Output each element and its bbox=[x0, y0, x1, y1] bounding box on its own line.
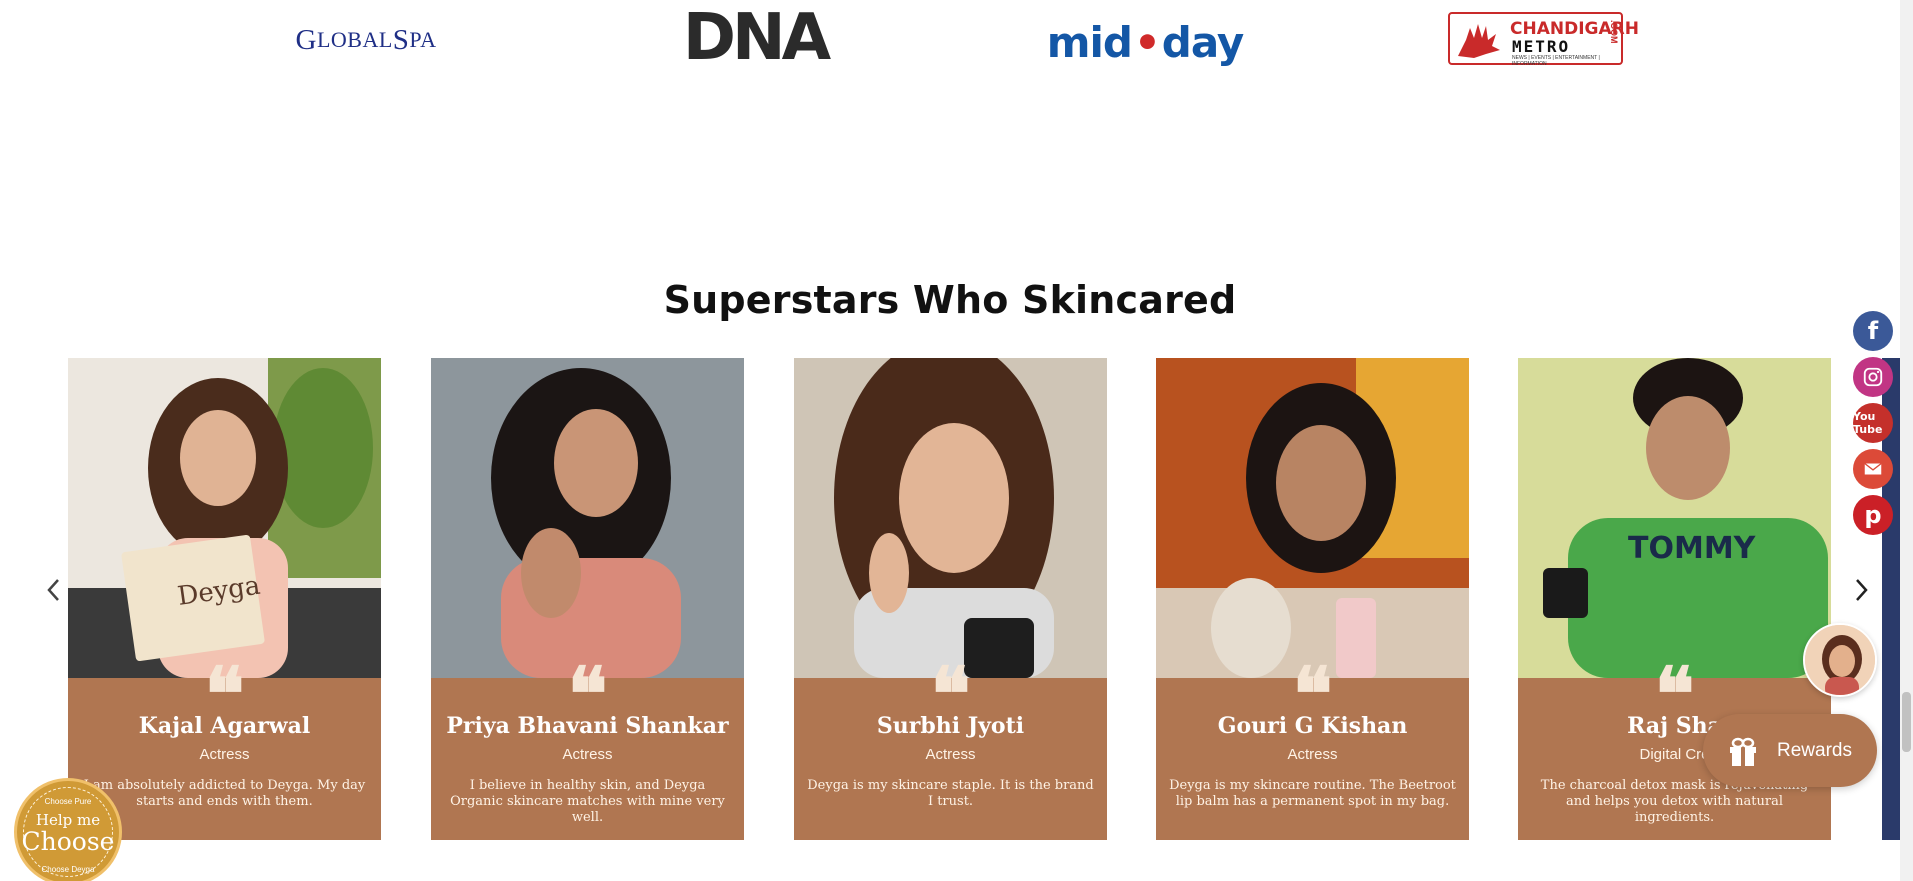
help-me-choose-button[interactable]: Choose Pure Help me Choose Choose Deyga bbox=[14, 778, 122, 881]
scrollbar-thumb[interactable] bbox=[1902, 692, 1911, 752]
press-logos: G LOBAL S PA DNA mid • day CHANDIGARH METRO N… bbox=[0, 0, 1913, 80]
celebrity-photo bbox=[1156, 358, 1469, 678]
svg-text:TOMMY: TOMMY bbox=[1628, 531, 1757, 566]
gift-icon bbox=[1730, 737, 1756, 766]
testimonial-card[interactable]: ❝ Surbhi Jyoti Actress Deyga is my skinc… bbox=[794, 358, 1107, 840]
assistant-avatar[interactable] bbox=[1803, 623, 1877, 697]
testimonial-text: I believe in healthy skin, and Deyga Org… bbox=[450, 778, 725, 825]
social-share-bar: f You Tube p bbox=[1853, 311, 1895, 541]
carousel-prev-button[interactable] bbox=[38, 570, 68, 610]
chevron-right-icon bbox=[1856, 579, 1868, 601]
instagram-icon[interactable] bbox=[1853, 357, 1893, 397]
celebrity-role: Actress bbox=[925, 746, 976, 763]
hand-icon bbox=[1458, 24, 1500, 58]
chandigarh-metro-logo[interactable]: CHANDIGARH METRO NEWS | EVENTS | ENTERTA… bbox=[1448, 12, 1639, 67]
page-scrollbar[interactable] bbox=[1900, 0, 1913, 881]
email-icon[interactable] bbox=[1853, 449, 1893, 489]
facebook-icon[interactable]: f bbox=[1853, 311, 1893, 351]
globalspa-logo[interactable]: G LOBAL S PA bbox=[295, 22, 436, 58]
pinterest-icon[interactable]: p bbox=[1853, 495, 1893, 535]
testimonial-text: Deyga is my skincare staple. It is the b… bbox=[807, 778, 1094, 809]
testimonial-carousel: Deyga ❝ Kajal Agarwal Actress I am absol… bbox=[0, 358, 1913, 840]
testimonial-card[interactable]: Deyga ❝ Kajal Agarwal Actress I am absol… bbox=[68, 358, 381, 840]
testimonial-text: Deyga is my skincare routine. The Beetro… bbox=[1169, 778, 1456, 809]
celebrity-role: Actress bbox=[1287, 746, 1338, 763]
celebrity-name: Surbhi Jyoti bbox=[876, 713, 1025, 739]
celebrity-name: Kajal Agarwal bbox=[138, 713, 311, 739]
celebrity-photo bbox=[794, 358, 1107, 678]
testimonial-text: I am absolutely addicted to Deyga. My da… bbox=[83, 778, 366, 809]
celebrity-name: Gouri G Kishan bbox=[1217, 713, 1408, 739]
celebrity-photo bbox=[431, 358, 744, 678]
testimonial-card[interactable]: ❝ Priya Bhavani Shankar Actress I believ… bbox=[431, 358, 744, 840]
celebrity-photo: TOMMY bbox=[1518, 358, 1831, 678]
celebrity-role: Actress bbox=[562, 746, 613, 763]
testimonial-card[interactable]: ❝ Gouri G Kishan Actress Deyga is my ski… bbox=[1156, 358, 1469, 840]
youtube-icon[interactable]: You Tube bbox=[1853, 403, 1893, 443]
rewards-button[interactable]: Rewards bbox=[1703, 714, 1877, 787]
carousel-next-button[interactable] bbox=[1847, 570, 1877, 610]
chevron-left-icon bbox=[47, 579, 59, 601]
celebrity-role: Actress bbox=[199, 746, 250, 763]
dna-logo[interactable]: DNA bbox=[683, 6, 831, 70]
celebrity-photo: Deyga bbox=[68, 358, 381, 678]
section-title: Superstars Who Skincared bbox=[663, 278, 1237, 322]
celebrity-name: Priya Bhavani Shankar bbox=[446, 713, 729, 739]
midday-logo[interactable]: mid • day bbox=[1047, 18, 1245, 67]
